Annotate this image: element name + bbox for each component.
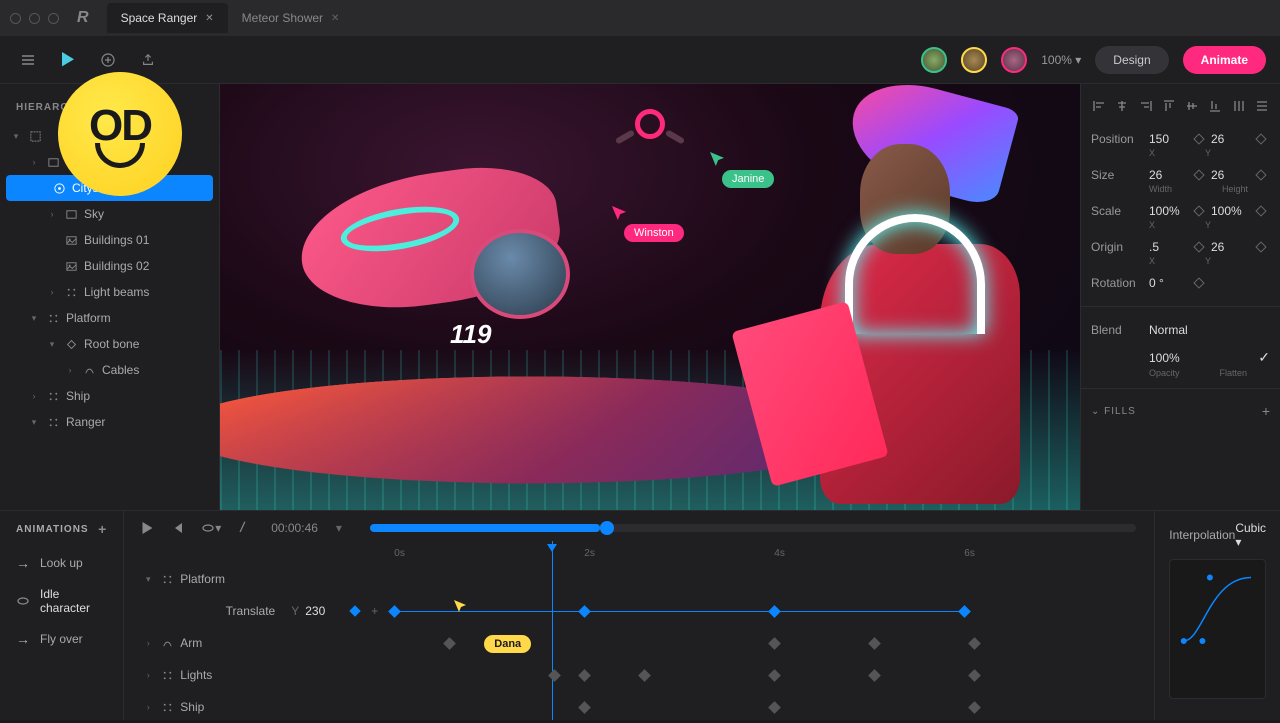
tree-item-ranger[interactable]: ▾Ranger xyxy=(0,409,219,435)
scale-x[interactable]: 100% xyxy=(1149,204,1187,218)
zoom-level[interactable]: 100% ▾ xyxy=(1041,53,1081,67)
keyframe-icon[interactable] xyxy=(1255,133,1266,144)
loop-icon[interactable]: ▾ xyxy=(201,521,221,535)
tree-item-root-bone[interactable]: ▾Root bone xyxy=(0,331,219,357)
inspector-panel: Position15026 XY Size2626 WidthHeight Sc… xyxy=(1080,84,1280,510)
prop-blend-label: Blend xyxy=(1091,323,1141,337)
timeline-track-translate[interactable]: TranslateY+ xyxy=(124,595,1154,627)
timecode: 00:00:46 xyxy=(271,521,318,535)
rewind-icon[interactable] xyxy=(171,522,183,534)
avatar[interactable] xyxy=(961,47,987,73)
translate-y-input[interactable] xyxy=(305,604,345,618)
keyframe-icon[interactable] xyxy=(1193,169,1204,180)
timeline-track-arm[interactable]: ›ArmDana xyxy=(124,627,1154,659)
play-icon[interactable] xyxy=(54,46,82,74)
distribute-h-icon[interactable] xyxy=(1231,98,1247,114)
app-logo: R xyxy=(77,9,89,27)
animation-fly-over[interactable]: →Fly over xyxy=(0,623,123,655)
toolbar: 100% ▾ Design Animate xyxy=(0,36,1280,84)
timeline-scrubber[interactable] xyxy=(370,524,1136,532)
animations-panel: ANIMATIONS + →Look upIdle character→Fly o… xyxy=(0,511,124,720)
avatar[interactable] xyxy=(921,47,947,73)
prop-position-label: Position xyxy=(1091,132,1141,146)
rotation-val[interactable]: 0 ° xyxy=(1149,276,1187,290)
keyframe-icon[interactable] xyxy=(1193,205,1204,216)
tree-item-buildings-01[interactable]: Buildings 01 xyxy=(0,227,219,253)
canvas-ship: 119 xyxy=(280,144,600,344)
keyframe-icon[interactable] xyxy=(1255,241,1266,252)
align-bottom-icon[interactable] xyxy=(1207,98,1223,114)
origin-x[interactable]: .5 xyxy=(1149,240,1187,254)
curve-icon[interactable]: 𝐼 xyxy=(239,519,243,536)
keyframe-icon[interactable] xyxy=(1193,133,1204,144)
tree-item-buildings-02[interactable]: Buildings 02 xyxy=(0,253,219,279)
timeline-track-ship[interactable]: ›Ship xyxy=(124,691,1154,723)
tab-meteor-shower[interactable]: Meteor Shower✕ xyxy=(228,3,354,33)
interpolation-panel: InterpolationCubic ▾ xyxy=(1154,511,1280,720)
animations-title: ANIMATIONS xyxy=(16,524,89,535)
size-h[interactable]: 26 xyxy=(1211,168,1249,182)
brand-logo-overlay: OD xyxy=(58,72,182,196)
interpolation-mode[interactable]: Cubic ▾ xyxy=(1235,521,1266,549)
animate-button[interactable]: Animate xyxy=(1183,46,1266,74)
prop-scale-label: Scale xyxy=(1091,204,1141,218)
canvas-drone xyxy=(620,104,680,154)
add-animation-icon[interactable]: + xyxy=(98,521,107,537)
tree-item-ship[interactable]: ›Ship xyxy=(0,383,219,409)
tree-item-cables[interactable]: ›Cables xyxy=(0,357,219,383)
play-icon[interactable] xyxy=(142,522,153,534)
add-icon[interactable] xyxy=(94,46,122,74)
close-icon[interactable]: ✕ xyxy=(331,13,339,24)
keyframe-icon[interactable] xyxy=(1255,169,1266,180)
add-fill-icon[interactable]: + xyxy=(1262,403,1270,419)
align-top-icon[interactable] xyxy=(1161,98,1177,114)
keyframe-icon[interactable] xyxy=(1193,277,1204,288)
scale-y[interactable]: 100% xyxy=(1211,204,1249,218)
canvas[interactable]: 119 Janine Winston xyxy=(220,84,1080,510)
tab-space-ranger[interactable]: Space Ranger✕ xyxy=(107,3,228,33)
prop-size-label: Size xyxy=(1091,168,1141,182)
collab-cursor-winston: Winston xyxy=(612,206,684,242)
tree-item-light-beams[interactable]: ›Light beams xyxy=(0,279,219,305)
position-x[interactable]: 150 xyxy=(1149,132,1187,146)
timeline-panel: ▾ 𝐼 00:00:46▾ 0s2s4s6s ▾PlatformTranslat… xyxy=(124,511,1154,720)
design-button[interactable]: Design xyxy=(1095,46,1168,74)
interpolation-label: Interpolation xyxy=(1169,528,1235,542)
timeline-track-lights[interactable]: ›Lights xyxy=(124,659,1154,691)
collab-cursor-janine: Janine xyxy=(710,152,774,188)
blend-mode[interactable]: Normal xyxy=(1149,323,1188,337)
align-right-icon[interactable] xyxy=(1138,98,1154,114)
distribute-v-icon[interactable] xyxy=(1254,98,1270,114)
interpolation-graph[interactable] xyxy=(1169,559,1266,699)
align-middle-icon[interactable] xyxy=(1184,98,1200,114)
export-icon[interactable] xyxy=(134,46,162,74)
animation-look-up[interactable]: →Look up xyxy=(0,547,123,579)
tree-item-sky[interactable]: ›Sky xyxy=(0,201,219,227)
animation-idle-character[interactable]: Idle character xyxy=(0,579,123,623)
prop-origin-label: Origin xyxy=(1091,240,1141,254)
prop-rotation-label: Rotation xyxy=(1091,276,1141,290)
timeline-ruler[interactable]: 0s2s4s6s xyxy=(394,544,1154,563)
opacity-val[interactable]: 100% xyxy=(1149,351,1187,365)
keyframe-icon[interactable] xyxy=(1255,205,1266,216)
canvas-character xyxy=(790,84,1070,510)
origin-y[interactable]: 26 xyxy=(1211,240,1249,254)
keyframe-icon[interactable] xyxy=(1193,241,1204,252)
window-controls[interactable] xyxy=(10,13,59,24)
flatten-check-icon[interactable]: ✓ xyxy=(1258,349,1270,366)
close-icon[interactable]: ✕ xyxy=(205,13,213,24)
align-center-h-icon[interactable] xyxy=(1114,98,1130,114)
chevron-down-icon[interactable]: ⌄ FILLS xyxy=(1091,406,1136,417)
align-tools xyxy=(1091,94,1270,126)
titlebar: R Space Ranger✕ Meteor Shower✕ xyxy=(0,0,1280,36)
fills-title: FILLS xyxy=(1104,406,1136,417)
align-left-icon[interactable] xyxy=(1091,98,1107,114)
menu-icon[interactable] xyxy=(14,46,42,74)
avatar[interactable] xyxy=(1001,47,1027,73)
timeline-track-platform[interactable]: ▾Platform xyxy=(124,563,1154,595)
position-y[interactable]: 26 xyxy=(1211,132,1249,146)
tree-item-platform[interactable]: ▾Platform xyxy=(0,305,219,331)
size-w[interactable]: 26 xyxy=(1149,168,1187,182)
